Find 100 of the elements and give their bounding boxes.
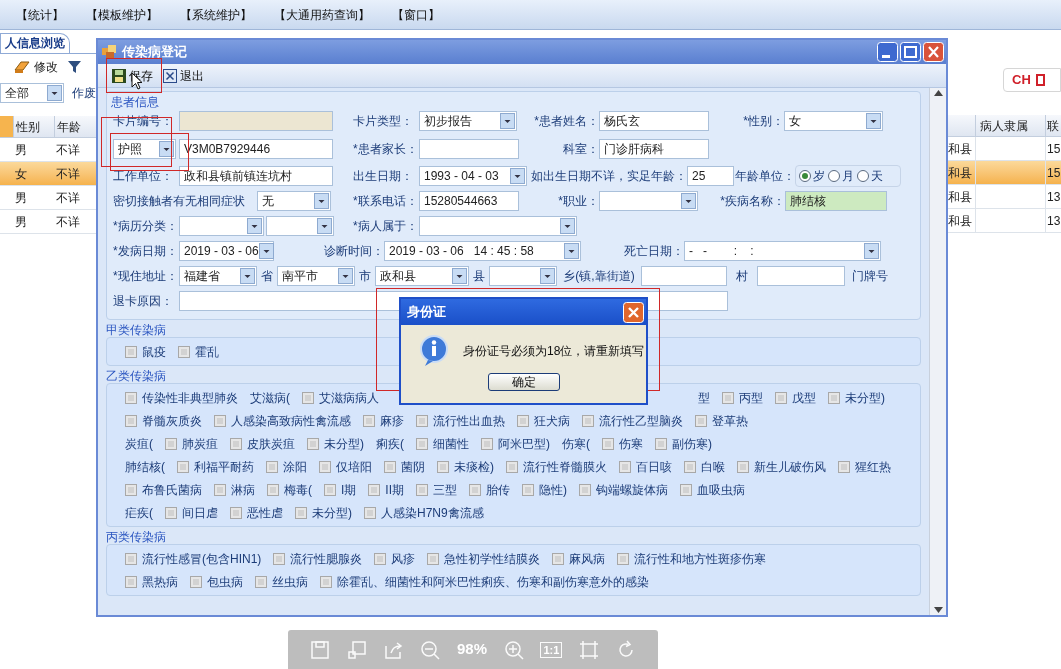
table-cell-text: 和县 [948,189,973,206]
table-cell-text: 不详 [55,214,81,231]
checkbox-label: 人感染高致病性禽流感 [231,412,351,430]
checkbox-label: 仅培阳 [336,458,372,476]
checkbox-label: 流行性感冒(包含HIN1) [142,550,262,568]
checkbox-label: 流行性脊髓膜火 [523,458,607,476]
checkbox-label: 黑热病 [142,573,178,591]
field-label: *性别： [742,113,784,130]
table-cell-text: 不详 [55,166,81,183]
checkbox-label: 包虫病 [207,573,243,591]
checkbox-label: 钩端螺旋体病 [596,481,668,499]
table-cell-text: 不详 [55,142,81,159]
checkbox-label: 丝虫病 [272,573,308,591]
checkbox-label: 皮肤炭疽 [247,435,295,453]
checkbox-label: 隐性) [539,481,567,499]
checkbox-label: 艾滋病病人 [319,389,379,407]
checkbox-label: 流行性腮腺炎 [290,550,363,568]
field-label: 年龄单位： [734,168,795,185]
table-cell: 13 [1045,185,1061,208]
checkbox-label: 百日咳 [636,458,672,476]
checkbox-label: 新生儿破伤风 [754,458,826,476]
radio-label: 天 [871,168,883,185]
group-label: 炭疽( [125,435,153,453]
field-label: 县 [472,268,486,285]
checkbox-label: 未痰检) [454,458,494,476]
checkbox-label: 狂犬病 [534,412,570,430]
checkbox-label: 细菌性 [433,435,469,453]
group-label: 疟疾( [125,504,153,522]
table-cell: 15 [1045,137,1061,160]
field-label: *发病日期： [113,243,179,260]
field-label: *病人属于： [353,218,419,235]
checkbox-label: 丙型 [739,389,763,407]
table-cell-text: 男 [14,142,28,159]
radio-label: 岁 [813,168,825,185]
checkbox-label: 猩红热 [855,458,891,476]
group-title: 患者信息 [111,94,159,111]
checkbox-label: 鼠疫 [142,343,166,361]
table-cell: 13 [1045,209,1061,232]
table-cell-text: 和县 [948,141,973,158]
table-cell-text: 和县 [948,213,973,230]
field-label: 诊断时间： [323,243,384,260]
field-label: 如出生日期不详，实足年龄： [530,168,687,185]
checkbox-label: 肺炭疽 [182,435,218,453]
checkbox-label: 布鲁氏菌病 [142,481,202,499]
field-label: 出生日期： [353,168,414,185]
checkbox-label: 未分型) [324,435,364,453]
table-cell-text: 和县 [948,165,973,182]
checkbox-label: 戊型 [792,389,816,407]
checkbox-label: 间日虐 [182,504,218,522]
checkbox-label: 流行性出血热 [433,412,505,430]
checkbox-label: 梅毒( [284,481,312,499]
checkbox-label: 胎传 [486,481,510,499]
checkbox-label: 登革热 [712,412,748,430]
field-label: 退卡原因： [113,293,174,310]
field-label: 死亡日期： [623,243,684,260]
table-cell: 15 [1045,161,1061,184]
checkbox-label: 血吸虫病 [697,481,745,499]
checkbox-label: 人感染H7N9禽流感 [381,504,484,522]
field-label: *现住地址： [113,268,179,285]
field-label: 工作单位： [113,168,174,185]
group-label: 痢疾( [376,435,404,453]
field-label: 市 [358,268,372,285]
table-cell-text: 女 [14,166,28,183]
field-label: 省 [260,268,274,285]
field-label: *患者家长： [353,141,419,158]
checkbox-label: 菌阴 [401,458,425,476]
checkbox-label: 伤寒 [619,435,643,453]
field-label: 乡(镇,靠街道) [562,268,636,285]
zoom-level: 98% [457,639,488,660]
checkbox-label: 霍乱 [195,343,219,361]
group-title: 丙类传染病 [106,530,166,544]
group-label: 伤寒( [562,435,590,453]
checkbox-label: 麻风病 [569,550,606,568]
filter-label: 作废 [72,85,96,102]
checkbox-label: 除霍乱、细菌性和阿米巴性痢疾、伤寒和副伤寒意外的感染 [337,573,649,591]
message-text: 身份证号必须为18位，请重新填写 [463,343,645,360]
checkbox-label: 传染性非典型肺炎 [142,389,238,407]
checkbox-label: II期 [385,481,404,499]
group-label: 型 [698,389,710,407]
field-label: 科室： [562,141,599,158]
checkbox-label: 麻疹 [380,412,404,430]
checkbox-label: 未分型) [312,504,352,522]
checkbox-label: 恶性虐 [247,504,283,522]
checkbox-label: 三型 [433,481,457,499]
table-cell-text: 男 [14,190,28,207]
group-label: 肺结核( [125,458,165,476]
group-label: 艾滋病( [250,389,290,407]
field-label: *联系电话： [353,193,419,210]
field-label: *病历分类： [113,218,179,235]
checkbox-label: 脊髓灰质炎 [142,412,202,430]
group-title: 乙类传染病 [106,369,166,383]
table-cell-text: 不详 [55,190,81,207]
checkbox-label: 流行性和地方性斑疹伤寒 [634,550,767,568]
checkbox-label: 未分型) [845,389,885,407]
checkbox-label: 阿米巴型) [498,435,550,453]
field-label: *患者姓名： [533,113,599,130]
checkbox-label: 副伤寒) [672,435,712,453]
field-label: 门牌号 [851,268,889,285]
dialog-title: 身份证 [407,303,446,322]
checkbox-label: 白喉 [701,458,725,476]
